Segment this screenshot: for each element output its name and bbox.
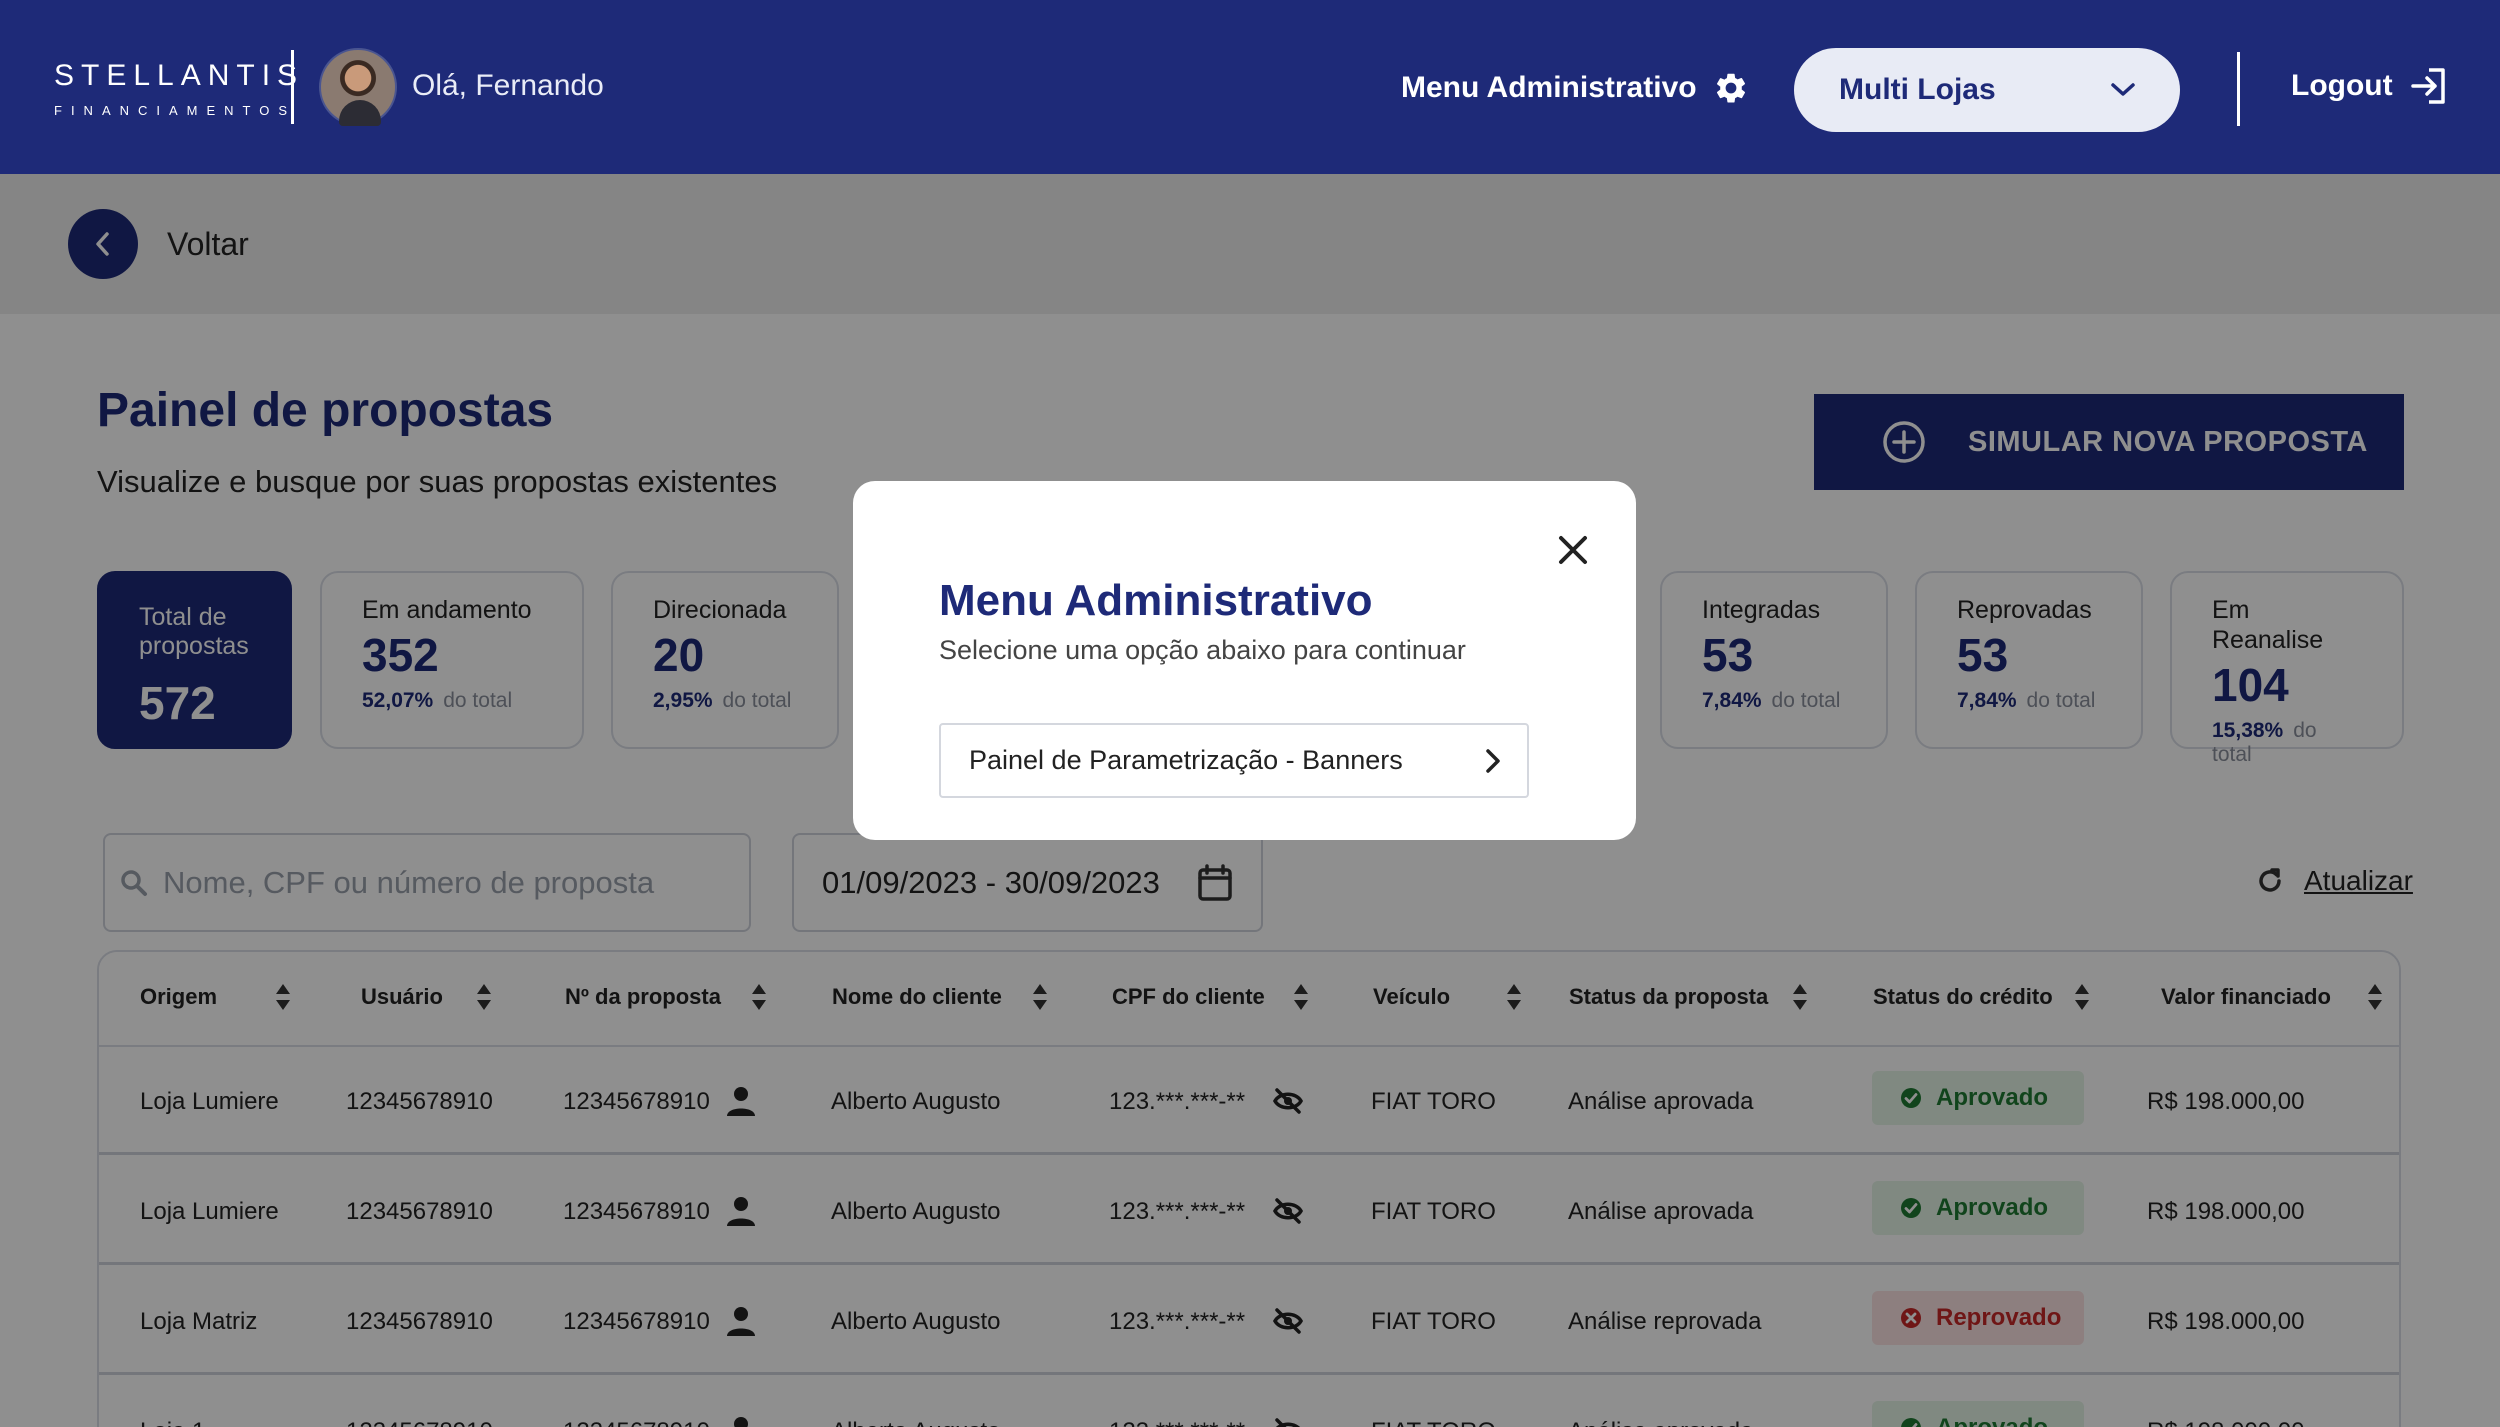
admin-menu-button[interactable]: Menu Administrativo [1401, 68, 1749, 108]
logout-icon [2410, 68, 2445, 104]
admin-menu-label: Menu Administrativo [1401, 71, 1697, 104]
modal-title: Menu Administrativo [939, 576, 1373, 625]
modal-close-button[interactable] [1551, 528, 1595, 572]
logo-wordmark: STELLANTIS [54, 59, 305, 92]
user-greeting: Olá, Fernando [412, 69, 604, 102]
option-label: Painel de Parametrização - Banners [969, 745, 1403, 775]
header-divider-right [2237, 52, 2240, 126]
store-select[interactable]: Multi Lojas [1794, 48, 2180, 132]
user-avatar[interactable] [319, 48, 397, 126]
admin-menu-modal: Menu Administrativo Selecione uma opção … [853, 481, 1636, 840]
stellantis-logo[interactable]: STELLANTIS FINANCIAMENTOS [54, 56, 305, 122]
store-select-value: Multi Lojas [1839, 73, 1996, 106]
modal-subtitle: Selecione uma opção abaixo para continua… [939, 635, 1466, 665]
chevron-down-icon [2111, 83, 2135, 96]
header-divider [291, 50, 294, 124]
logo-subtitle: FINANCIAMENTOS [54, 103, 297, 118]
settings-gear-icon [1716, 73, 1745, 103]
close-icon [1559, 536, 1587, 564]
top-navbar: STELLANTIS FINANCIAMENTOS Olá, Fernando … [0, 0, 2500, 174]
chevron-right-icon [1486, 748, 1500, 773]
logout-button[interactable]: Logout [2291, 66, 2449, 106]
logout-label: Logout [2291, 69, 2393, 102]
banner-parametrization-option[interactable]: Painel de Parametrização - Banners [939, 723, 1529, 798]
